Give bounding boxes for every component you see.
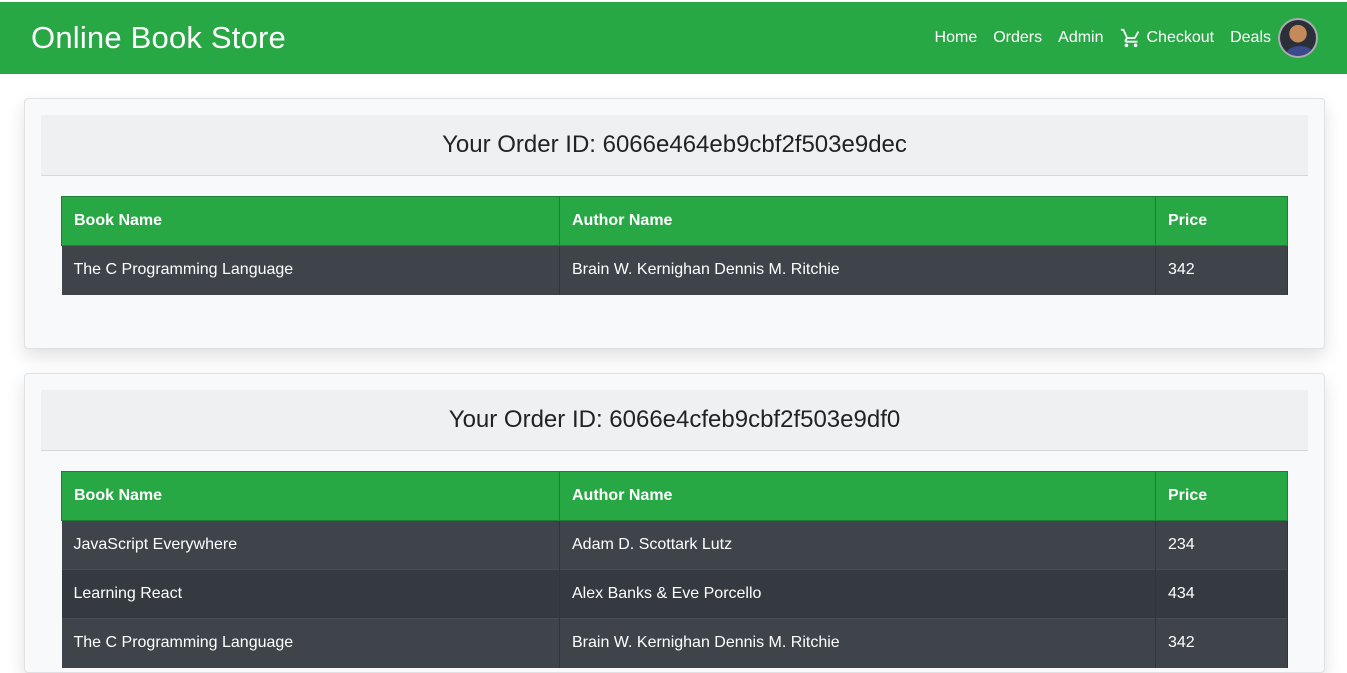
col-header-price: Price [1155, 196, 1288, 246]
order-card: Your Order ID: 6066e464eb9cbf2f503e9dec … [24, 98, 1325, 349]
col-header-price: Price [1155, 471, 1288, 521]
order-items-table: Book Name Author Name Price The C Progra… [61, 196, 1288, 295]
col-header-author-name: Author Name [559, 196, 1156, 246]
col-header-author-name: Author Name [559, 471, 1156, 521]
order-id-heading: Your Order ID: 6066e4cfeb9cbf2f503e9df0 [41, 390, 1308, 451]
main-nav: Home Orders Admin Checkout Deals [935, 2, 1318, 74]
book-name-cell: The C Programming Language [61, 245, 560, 295]
book-name-cell: Learning React [61, 569, 560, 619]
price-cell: 342 [1155, 245, 1288, 295]
col-header-book-name: Book Name [61, 471, 560, 521]
brand-title[interactable]: Online Book Store [31, 20, 286, 56]
book-name-cell: The C Programming Language [61, 618, 560, 668]
col-header-book-name: Book Name [61, 196, 560, 246]
author-name-cell: Brain W. Kernighan Dennis M. Ritchie [559, 245, 1156, 295]
table-header-row: Book Name Author Name Price [61, 471, 1288, 521]
nav-home-link[interactable]: Home [935, 29, 978, 47]
price-cell: 434 [1155, 569, 1288, 619]
nav-checkout-label: Checkout [1146, 29, 1215, 46]
table-header-row: Book Name Author Name Price [61, 196, 1288, 246]
nav-checkout-link[interactable]: Checkout [1120, 27, 1215, 49]
price-cell: 342 [1155, 618, 1288, 668]
table-row: The C Programming Language Brain W. Kern… [61, 245, 1288, 295]
author-name-cell: Adam D. Scottark Lutz [559, 520, 1156, 570]
author-name-cell: Alex Banks & Eve Porcello [559, 569, 1156, 619]
book-name-cell: JavaScript Everywhere [61, 520, 560, 570]
user-avatar[interactable] [1278, 18, 1318, 58]
price-cell: 234 [1155, 520, 1288, 570]
top-navbar: Online Book Store Home Orders Admin Chec… [0, 2, 1347, 74]
order-id-heading: Your Order ID: 6066e464eb9cbf2f503e9dec [41, 115, 1308, 176]
order-items-table: Book Name Author Name Price JavaScript E… [61, 471, 1288, 668]
author-name-cell: Brain W. Kernighan Dennis M. Ritchie [559, 618, 1156, 668]
table-row: Learning React Alex Banks & Eve Porcello… [61, 569, 1288, 619]
nav-admin-link[interactable]: Admin [1058, 29, 1103, 47]
nav-orders-link[interactable]: Orders [993, 29, 1042, 47]
table-row: The C Programming Language Brain W. Kern… [61, 618, 1288, 668]
table-row: JavaScript Everywhere Adam D. Scottark L… [61, 520, 1288, 570]
order-card: Your Order ID: 6066e4cfeb9cbf2f503e9df0 … [24, 373, 1325, 673]
cart-icon [1120, 28, 1139, 48]
nav-deals-link[interactable]: Deals [1230, 29, 1271, 47]
